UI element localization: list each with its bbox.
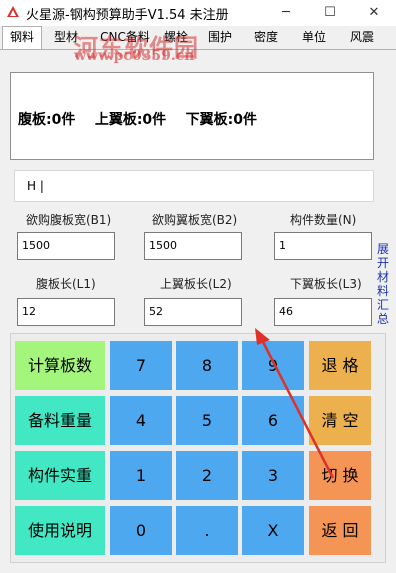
web-width-input[interactable]: 1500 bbox=[17, 232, 115, 260]
formula-input-value: H | bbox=[27, 179, 44, 193]
tab-density[interactable]: 密度 bbox=[246, 27, 286, 48]
upper-flange-length-label: 上翼板长(L2) bbox=[160, 277, 232, 291]
upper-flange-length-input[interactable]: 52 bbox=[144, 298, 242, 326]
count-input[interactable]: 1 bbox=[274, 232, 372, 260]
key-4[interactable]: 4 bbox=[110, 396, 172, 445]
web-length-input[interactable]: 12 bbox=[17, 298, 115, 326]
actual-weight-button[interactable]: 构件实重 bbox=[15, 451, 105, 500]
flange-width-label: 欲购翼板宽(B2) bbox=[152, 213, 238, 227]
key-3[interactable]: 3 bbox=[242, 451, 304, 500]
tab-enclosure[interactable]: 围护 bbox=[200, 27, 240, 48]
key-dot[interactable]: . bbox=[176, 506, 238, 555]
result-display: 腹板:0件 上翼板:0件 下翼板:0件 bbox=[10, 72, 374, 160]
web-width-label: 欲购腹板宽(B1) bbox=[26, 213, 112, 227]
calc-count-button[interactable]: 计算板数 bbox=[15, 341, 105, 390]
key-5[interactable]: 5 bbox=[176, 396, 238, 445]
clear-button[interactable]: 清 空 bbox=[309, 396, 371, 445]
count-label: 构件数量(N) bbox=[290, 213, 357, 227]
help-button[interactable]: 使用说明 bbox=[15, 506, 105, 555]
watermark-url: www.pc0359.cn bbox=[74, 48, 195, 64]
maximize-button[interactable]: ☐ bbox=[308, 0, 352, 26]
lower-flange-length-input[interactable]: 46 bbox=[274, 298, 372, 326]
tab-steel[interactable]: 钢料 bbox=[2, 26, 42, 49]
expand-material-summary-link[interactable]: 展开材料汇总 bbox=[377, 242, 389, 326]
app-logo-icon bbox=[7, 6, 19, 17]
close-button[interactable]: ✕ bbox=[352, 0, 396, 26]
tab-unit[interactable]: 单位 bbox=[294, 27, 334, 48]
key-8[interactable]: 8 bbox=[176, 341, 238, 390]
key-x[interactable]: X bbox=[242, 506, 304, 555]
switch-button[interactable]: 切 换 bbox=[309, 451, 371, 500]
backspace-button[interactable]: 退 格 bbox=[309, 341, 371, 390]
key-0[interactable]: 0 bbox=[110, 506, 172, 555]
key-1[interactable]: 1 bbox=[110, 451, 172, 500]
tab-wind-seismic[interactable]: 风震 bbox=[342, 27, 382, 48]
key-9[interactable]: 9 bbox=[242, 341, 304, 390]
back-button[interactable]: 返 回 bbox=[309, 506, 371, 555]
minimize-button[interactable]: ─ bbox=[264, 0, 308, 26]
window-title: 火星源-钢构预算助手V1.54 未注册 bbox=[26, 8, 229, 23]
key-2[interactable]: 2 bbox=[176, 451, 238, 500]
material-weight-button[interactable]: 备料重量 bbox=[15, 396, 105, 445]
keypad: 计算板数 7 8 9 退 格 备料重量 4 5 6 清 空 构件实重 1 2 3… bbox=[10, 333, 386, 563]
title-bar: 火星源-钢构预算助手V1.54 未注册 ─ ☐ ✕ bbox=[0, 0, 396, 26]
flange-width-input[interactable]: 1500 bbox=[144, 232, 242, 260]
web-length-label: 腹板长(L1) bbox=[36, 277, 96, 291]
formula-input[interactable]: H | bbox=[14, 170, 374, 202]
key-6[interactable]: 6 bbox=[242, 396, 304, 445]
key-7[interactable]: 7 bbox=[110, 341, 172, 390]
lower-flange-length-label: 下翼板长(L3) bbox=[290, 277, 362, 291]
result-text: 腹板:0件 上翼板:0件 下翼板:0件 bbox=[18, 112, 258, 128]
